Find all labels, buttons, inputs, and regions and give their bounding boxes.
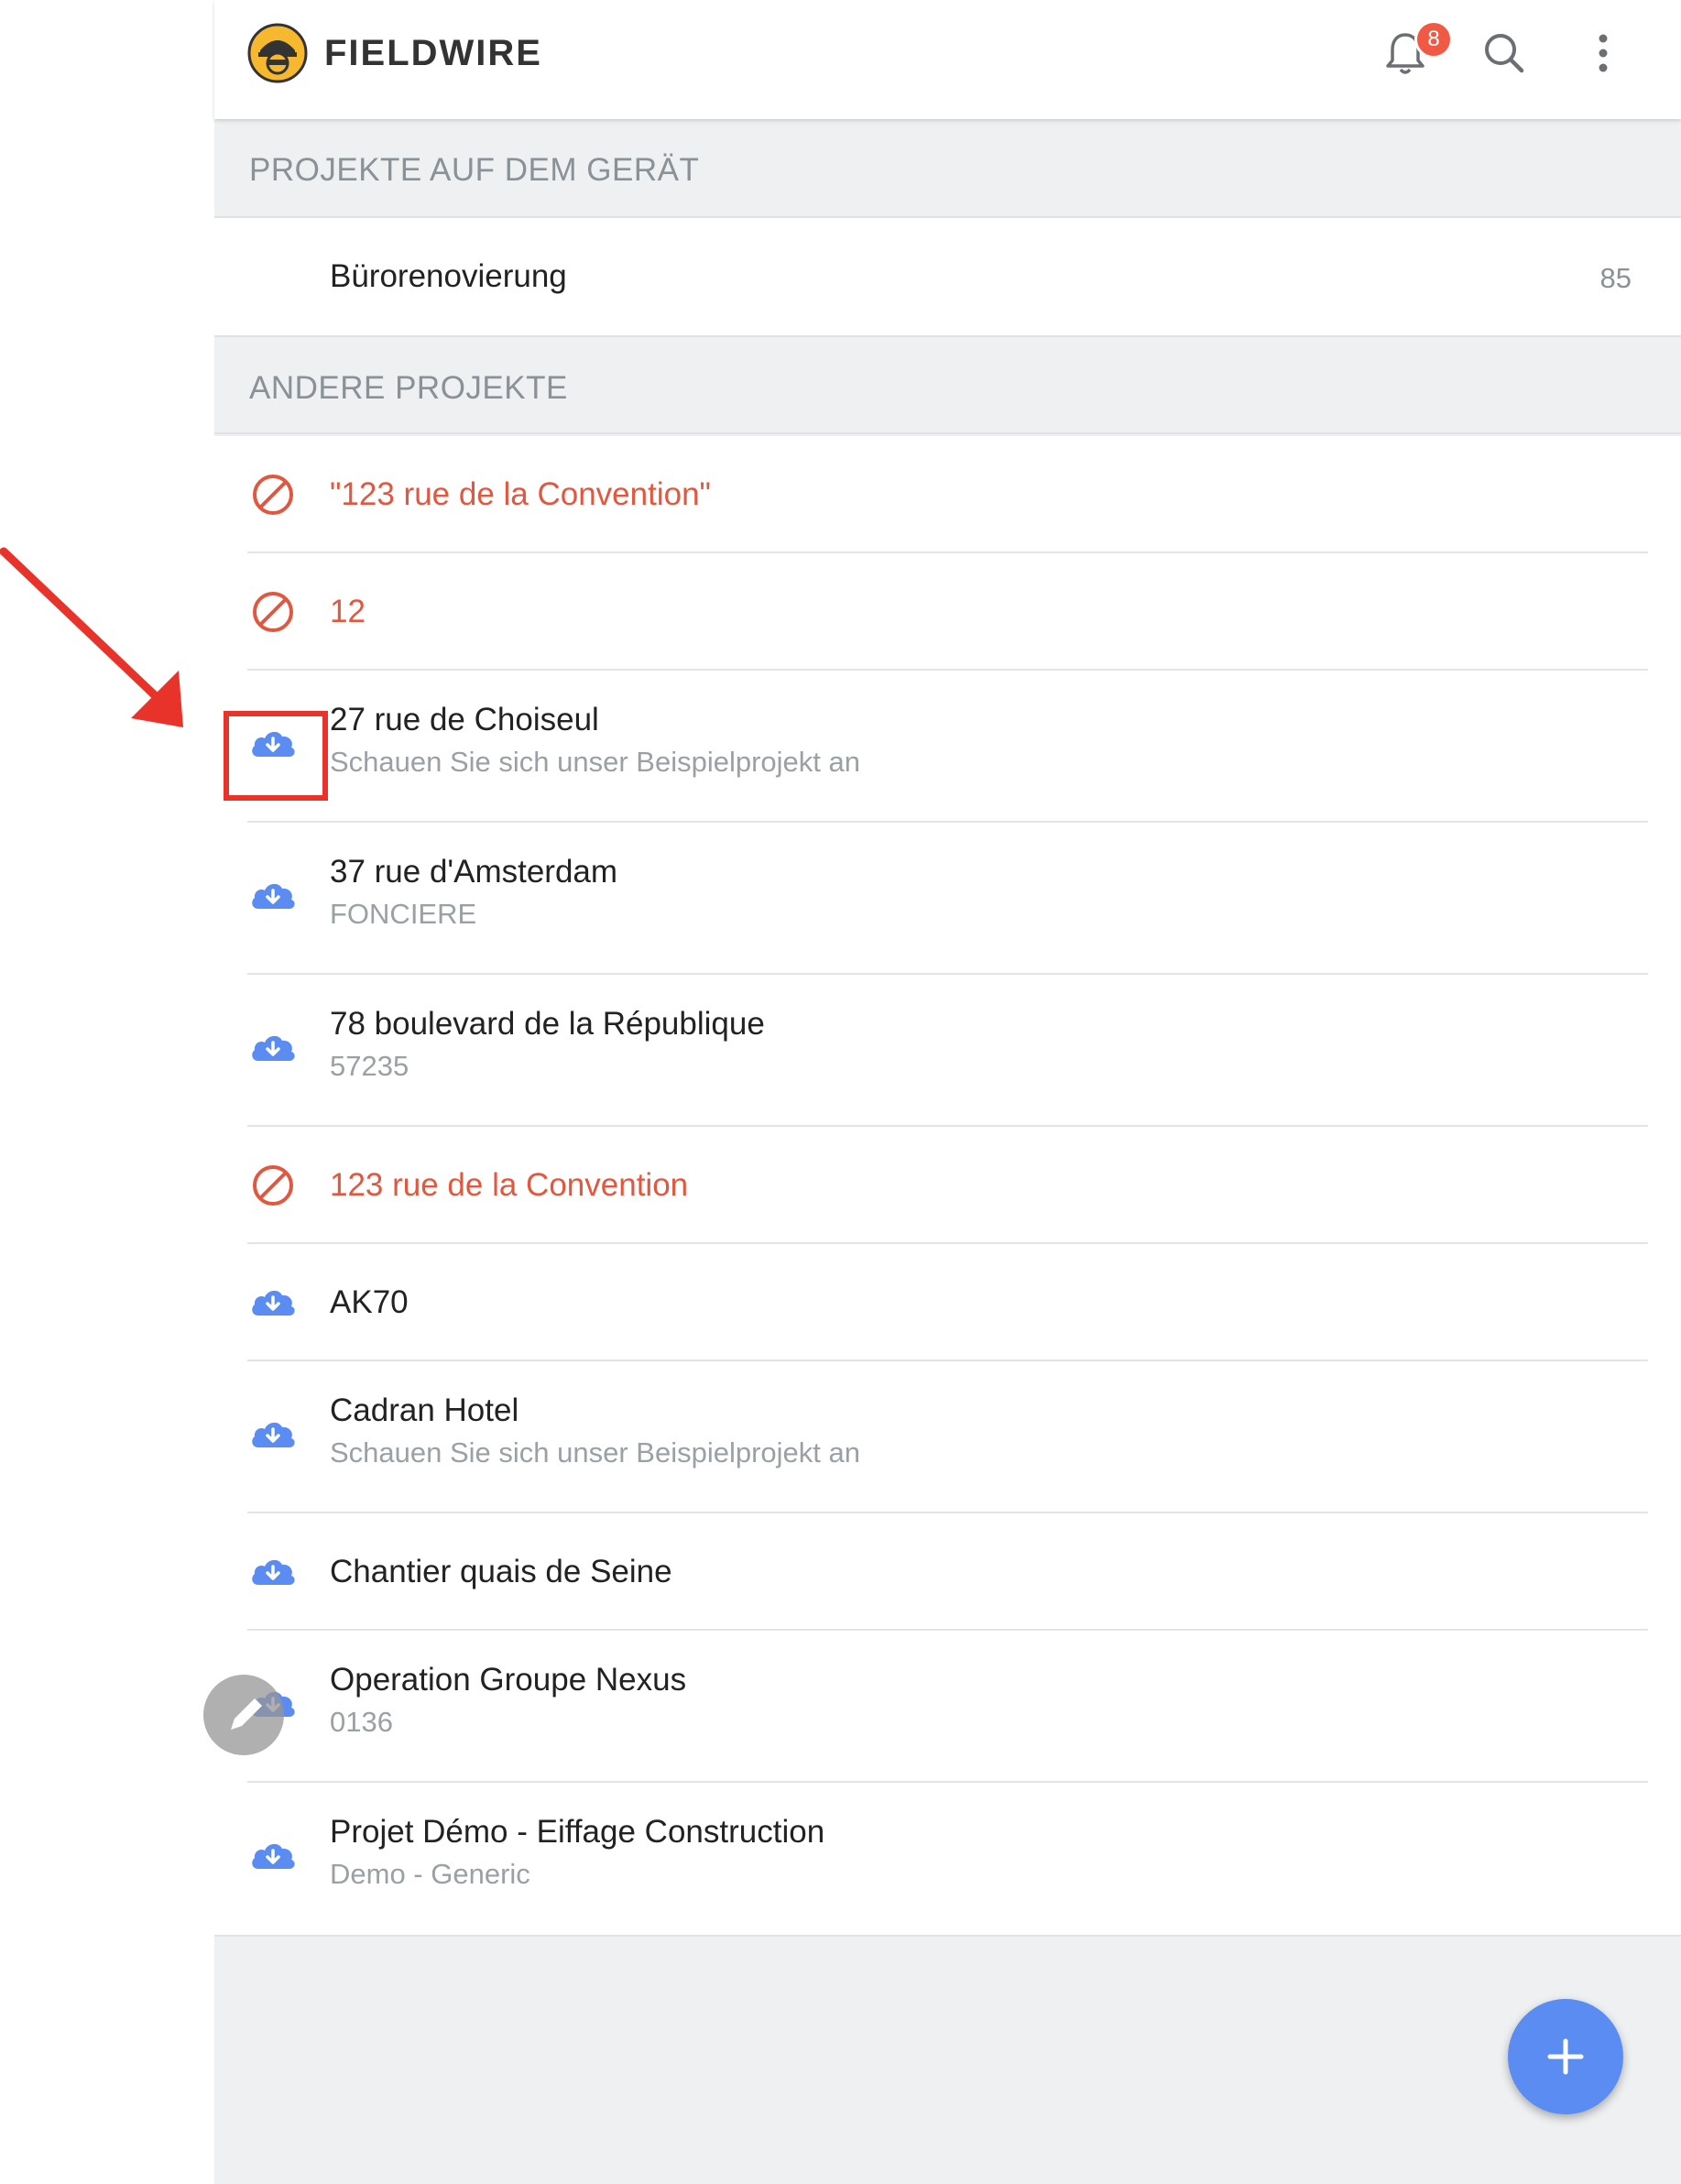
project-title: 12 bbox=[330, 594, 366, 629]
project-row[interactable]: 37 rue d'Amsterdam FONCIERE bbox=[214, 823, 1681, 975]
project-row-device[interactable]: Bürorenovierung 85 bbox=[214, 218, 1681, 335]
section-title: ANDERE PROJEKTE bbox=[249, 370, 568, 406]
project-subtitle: 0136 bbox=[330, 1706, 393, 1738]
project-subtitle: FONCIERE bbox=[330, 898, 477, 930]
section-header-other: ANDERE PROJEKTE bbox=[214, 335, 1681, 434]
project-title: Projet Démo - Eiffage Construction bbox=[330, 1814, 825, 1850]
notification-badge: 8 bbox=[1414, 20, 1453, 59]
project-title: AK70 bbox=[330, 1284, 409, 1320]
cloud-download-icon[interactable] bbox=[247, 1546, 299, 1598]
annotation-arrow-icon bbox=[0, 547, 183, 727]
blocked-icon bbox=[253, 1165, 293, 1206]
annotation-highlight-box bbox=[224, 711, 328, 801]
cloud-download-icon[interactable] bbox=[247, 1277, 299, 1328]
project-row[interactable]: "123 rue de la Convention" bbox=[214, 436, 1681, 553]
project-row[interactable]: 78 boulevard de la République 57235 bbox=[214, 975, 1681, 1127]
project-task-count: 85 bbox=[1599, 262, 1632, 294]
project-title: "123 rue de la Convention" bbox=[330, 476, 711, 512]
list-bottom-border bbox=[214, 1935, 1681, 1937]
edit-floating-button[interactable] bbox=[203, 1675, 284, 1755]
project-title: Chantier quais de Seine bbox=[330, 1554, 672, 1589]
project-row[interactable]: 12 bbox=[214, 553, 1681, 671]
cloud-download-icon[interactable] bbox=[247, 1022, 299, 1074]
other-project-list: "123 rue de la Convention" 12 27 rue de … bbox=[214, 436, 1681, 1935]
blocked-icon bbox=[253, 592, 293, 632]
project-subtitle: Schauen Sie sich unser Beispielprojekt a… bbox=[330, 746, 861, 778]
pencil-icon bbox=[231, 1698, 262, 1730]
cloud-download-icon[interactable] bbox=[247, 1830, 299, 1882]
project-row[interactable]: Projet Démo - Eiffage Construction Demo … bbox=[214, 1783, 1681, 1935]
cloud-download-icon[interactable] bbox=[247, 1409, 299, 1460]
more-options-icon[interactable] bbox=[1576, 26, 1631, 81]
app-header: FIELDWIRE 8 bbox=[214, 0, 1681, 119]
search-icon[interactable] bbox=[1477, 26, 1532, 81]
project-title: Cadran Hotel bbox=[330, 1392, 519, 1428]
fieldwire-logo-icon bbox=[247, 23, 308, 83]
project-title: 123 rue de la Convention bbox=[330, 1167, 689, 1203]
project-title: Bürorenovierung bbox=[330, 258, 567, 294]
project-title: Operation Groupe Nexus bbox=[330, 1662, 687, 1698]
project-row[interactable]: Chantier quais de Seine bbox=[214, 1513, 1681, 1631]
project-row[interactable]: 27 rue de Choiseul Schauen Sie sich unse… bbox=[214, 671, 1681, 823]
section-header-on-device: PROJEKTE AUF DEM GERÄT bbox=[214, 119, 1681, 218]
project-subtitle: Demo - Generic bbox=[330, 1858, 530, 1890]
plus-icon bbox=[1547, 2038, 1584, 2075]
project-title: 37 rue d'Amsterdam bbox=[330, 854, 618, 890]
project-subtitle: Schauen Sie sich unser Beispielprojekt a… bbox=[330, 1436, 861, 1469]
section-title: PROJEKTE AUF DEM GERÄT bbox=[249, 152, 700, 188]
project-subtitle: 57235 bbox=[330, 1050, 409, 1082]
add-project-button[interactable] bbox=[1508, 1999, 1623, 2114]
cloud-download-icon[interactable] bbox=[247, 870, 299, 922]
project-row[interactable]: AK70 bbox=[214, 1244, 1681, 1361]
project-row[interactable]: Operation Groupe Nexus 0136 bbox=[214, 1631, 1681, 1783]
project-title: 78 boulevard de la République bbox=[330, 1006, 765, 1042]
blocked-icon bbox=[253, 475, 293, 515]
project-title: 27 rue de Choiseul bbox=[330, 702, 599, 737]
brand-name: FIELDWIRE bbox=[324, 33, 542, 73]
device-project-list: Bürorenovierung 85 bbox=[214, 218, 1681, 335]
project-row[interactable]: Cadran Hotel Schauen Sie sich unser Beis… bbox=[214, 1361, 1681, 1513]
project-row[interactable]: 123 rue de la Convention bbox=[214, 1127, 1681, 1244]
